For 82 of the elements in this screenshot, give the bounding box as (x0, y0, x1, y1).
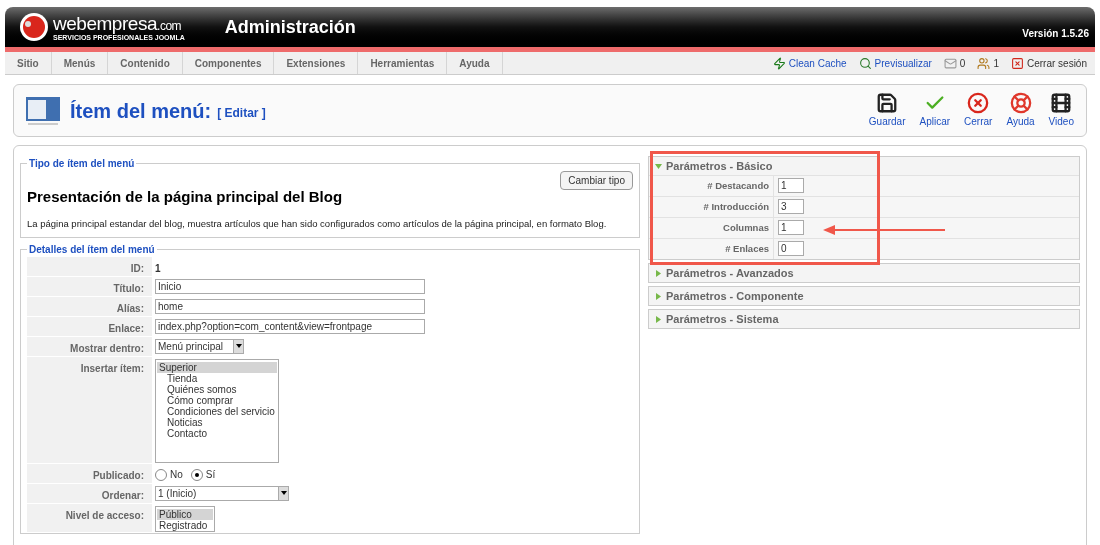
logo-icon (19, 12, 49, 42)
header-link[interactable]: Clean Cache (788, 55, 847, 71)
list-option[interactable]: Tienda (157, 372, 277, 384)
toolbar-button[interactable]: Video (1048, 92, 1074, 129)
menu-item[interactable]: Componentes (182, 52, 275, 74)
triangle-icon (655, 269, 662, 277)
page-icon (26, 95, 60, 126)
panel-header[interactable]: Parámetros - Componente (649, 287, 1079, 305)
field-label: ID: (27, 256, 152, 276)
toolbar-button[interactable]: Guardar (868, 92, 906, 129)
field-label: Mostrar dentro: (27, 336, 152, 356)
text-field[interactable]: index.php?option=com_content&view=frontpage (155, 318, 425, 334)
menu-item[interactable]: Menús (51, 52, 109, 74)
triangle-icon (655, 315, 662, 323)
edit-label: [ Editar ] (217, 104, 266, 122)
search-icon[interactable] (858, 56, 872, 70)
field-label: Insertar ítem: (27, 356, 152, 463)
field-label: Título: (27, 276, 152, 296)
change-type-button[interactable]: Cambiar tipo (560, 171, 633, 190)
app-title: Administración (224, 15, 356, 39)
close-icon (967, 92, 990, 114)
text-field[interactable]: Inicio (155, 278, 425, 294)
radio-button[interactable] (190, 468, 203, 481)
counter: 1 (993, 56, 999, 71)
logout-link[interactable]: Cerrar sesión (1026, 55, 1087, 71)
toolbar-button[interactable]: Cerrar (964, 92, 993, 129)
users-icon[interactable] (977, 56, 991, 70)
list-option[interactable]: Noticias (157, 416, 277, 428)
list-option[interactable]: Cómo comprar (157, 394, 277, 406)
field-label: Alías: (27, 296, 152, 316)
menu-item[interactable]: Herramientas (358, 52, 448, 74)
menu-item[interactable]: Extensiones (274, 52, 359, 74)
id-value: 1 (155, 261, 161, 276)
text-field[interactable]: home (155, 298, 425, 314)
list-option[interactable]: Registrado (157, 519, 213, 531)
triangle-icon (655, 162, 662, 170)
menu-item[interactable]: Contenido (108, 52, 183, 74)
page-title: Ítem del menú: (70, 98, 212, 124)
list-box[interactable]: Superior Tienda Quiénes somos Cómo comprar Condiciones del servicio Noticias Contacto (155, 358, 279, 463)
fieldset-legend: Detalles del ítem del menú (27, 241, 157, 257)
toolbar-button[interactable]: Aplicar (919, 92, 951, 129)
dropdown[interactable]: 1 (Inicio) (155, 485, 289, 501)
film-icon (1050, 92, 1073, 114)
list-box[interactable]: Público Registrado (155, 505, 215, 532)
panel-header[interactable]: Parámetros - Avanzados (649, 264, 1079, 282)
fieldset-legend: Tipo de ítem del menú (27, 156, 137, 171)
radio-label: No (170, 468, 183, 483)
parameter-label: # Enlaces (649, 239, 774, 259)
layout-description: La página principal estandar del blog, muestra artículos que han sido configurados como artículos de la página principal, en formato Blog. (27, 216, 608, 231)
list-option[interactable]: Contacto (157, 427, 277, 439)
parameter-field[interactable]: 1 (778, 220, 804, 235)
parameter-field[interactable]: 1 (778, 178, 804, 193)
lifebuoy-icon (1009, 92, 1032, 114)
caret-icon (278, 486, 288, 500)
parameter-field[interactable]: 0 (778, 241, 804, 256)
caret-icon (233, 339, 243, 353)
radio-button[interactable] (155, 468, 167, 481)
mail-icon[interactable] (943, 56, 957, 70)
panel-header[interactable]: Parámetros - Básico (649, 157, 1079, 175)
toolbar-button[interactable]: Ayuda (1006, 92, 1035, 129)
menu-item[interactable]: Sitio (5, 52, 52, 74)
lightning-icon[interactable] (772, 56, 786, 70)
panel-header[interactable]: Parámetros - Sistema (649, 310, 1079, 328)
dropdown[interactable]: Menú principal (155, 338, 244, 354)
field-label: Enlace: (27, 316, 152, 336)
list-option[interactable]: Quiénes somos (157, 383, 277, 395)
field-label: Nivel de acceso: (27, 503, 152, 532)
counter: 0 (959, 56, 966, 71)
parameter-field[interactable]: 3 (778, 199, 804, 214)
field-label: Ordenar: (27, 483, 152, 503)
triangle-icon (655, 292, 662, 300)
field-label: Publicado: (27, 463, 152, 483)
logo-wordmark: webempresa.com (53, 13, 183, 33)
close-icon[interactable] (1010, 56, 1024, 70)
menu-item[interactable]: Ayuda (447, 52, 503, 74)
layout-heading: Presentación de la página principal del Blog (27, 187, 344, 207)
list-option[interactable]: Superior (157, 361, 277, 373)
header-link[interactable]: Previsualizar (874, 55, 932, 71)
list-option[interactable]: Condiciones del servicio (157, 405, 277, 417)
version-label: Versión 1.5.26 (1022, 26, 1089, 41)
list-option[interactable]: Público (157, 508, 213, 520)
radio-label: Sí (205, 468, 216, 483)
